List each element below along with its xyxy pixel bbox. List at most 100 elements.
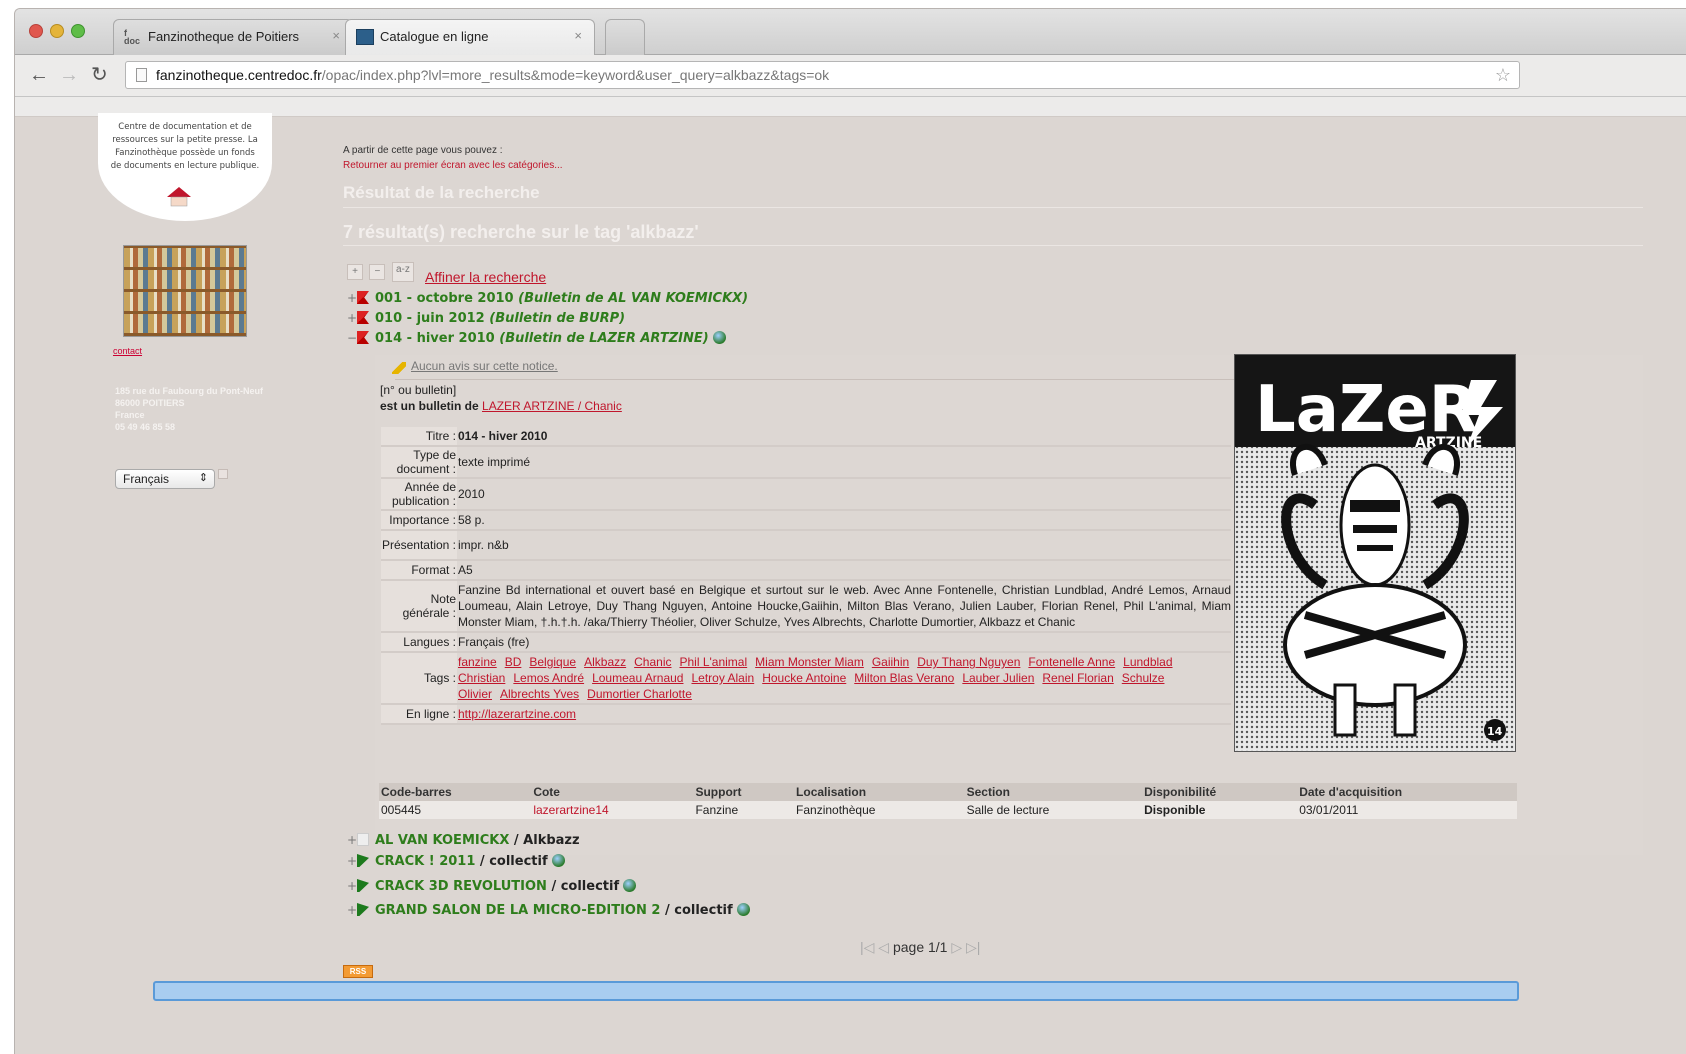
back-to-categories-link[interactable]: Retourner au premier écran avec les caté… bbox=[343, 160, 563, 171]
intro-text: A partir de cette page vous pouvez : bbox=[343, 145, 503, 156]
refine-search-link[interactable]: Affiner la recherche bbox=[425, 269, 546, 285]
tag-link[interactable]: Alkbazz bbox=[584, 655, 626, 669]
tag-link[interactable]: Loumeau Arnaud bbox=[592, 671, 683, 685]
copies-table: Code-barres Cote Support Localisation Se… bbox=[379, 783, 1517, 819]
expand-toggle[interactable]: + bbox=[347, 291, 357, 305]
library-shelf-photo[interactable] bbox=[123, 245, 247, 337]
bulletin-icon bbox=[357, 331, 369, 344]
browser-window: f doc Fanzinotheque de Poitiers × Catalog… bbox=[14, 8, 1686, 1054]
cote-link[interactable]: lazerartzine14 bbox=[531, 801, 694, 819]
rss-icon[interactable]: RSS bbox=[343, 965, 373, 978]
tag-link[interactable]: Miam Monster Miam bbox=[755, 655, 864, 669]
result-item[interactable]: + CRACK 3D REVOLUTION / collectif bbox=[347, 879, 637, 894]
logo-description: Centre de documentation et de ressources… bbox=[110, 122, 260, 171]
forward-arrow-icon[interactable]: → bbox=[59, 65, 79, 85]
bookmark-star-icon[interactable]: ☆ bbox=[1495, 65, 1511, 86]
zoom-window-button[interactable] bbox=[71, 24, 85, 38]
language-submit-button[interactable] bbox=[218, 469, 228, 479]
result-item[interactable]: +010 - juin 2012 (Bulletin de BURP) bbox=[347, 311, 625, 326]
tag-link[interactable]: Belgique bbox=[529, 655, 576, 669]
house-icon bbox=[167, 187, 191, 207]
result-item[interactable]: −014 - hiver 2010 (Bulletin de LAZER ART… bbox=[347, 331, 726, 346]
collapse-toggle[interactable]: − bbox=[347, 331, 357, 345]
bulletin-icon bbox=[357, 291, 369, 304]
reload-icon[interactable]: ↻ bbox=[91, 65, 108, 85]
notice-table: Titre : 014 - hiver 2010 Type de documen… bbox=[381, 427, 1231, 725]
new-tab-button[interactable] bbox=[605, 19, 645, 55]
tag-link[interactable]: Milton Blas Verano bbox=[854, 671, 954, 685]
minimize-window-button[interactable] bbox=[50, 24, 64, 38]
tag-link[interactable]: Lemos André bbox=[513, 671, 584, 685]
copies-table-header: Code-barres Cote Support Localisation Se… bbox=[379, 783, 1517, 801]
tag-link[interactable]: Renel Florian bbox=[1042, 671, 1113, 685]
result-tools: + − a-z bbox=[347, 262, 416, 282]
page-icon bbox=[136, 68, 147, 82]
tag-link[interactable]: Lauber Julien bbox=[962, 671, 1034, 685]
next-page-icon[interactable]: ▷ bbox=[951, 939, 962, 955]
tag-link[interactable]: Houcke Antoine bbox=[762, 671, 846, 685]
tag-link[interactable]: Albrechts Yves bbox=[500, 687, 579, 701]
cover-image[interactable]: LaZeR ARTZINE 14 bbox=[1234, 354, 1516, 752]
tag-link[interactable]: Chanic bbox=[634, 655, 671, 669]
select-arrows-icon: ⇕ bbox=[198, 472, 208, 484]
expand-all-button[interactable]: + bbox=[347, 264, 363, 280]
expand-toggle[interactable]: + bbox=[347, 854, 357, 868]
last-page-icon[interactable]: ▷| bbox=[966, 939, 980, 955]
online-url-link[interactable]: http://lazerartzine.com bbox=[458, 707, 576, 721]
back-arrow-icon[interactable]: ← bbox=[29, 65, 49, 85]
pagination: |◁ ◁ page 1/1 ▷ ▷| bbox=[860, 939, 980, 956]
site-logo[interactable]: Centre de documentation et de ressources… bbox=[98, 113, 272, 221]
sort-icon[interactable]: a-z bbox=[391, 262, 414, 282]
monograph-icon bbox=[357, 854, 369, 867]
collapse-all-button[interactable]: − bbox=[369, 264, 386, 280]
tag-link[interactable]: Duy Thang Nguyen bbox=[917, 655, 1020, 669]
result-item[interactable]: + GRAND SALON DE LA MICRO-EDITION 2 / col… bbox=[347, 903, 750, 918]
tag-link[interactable]: Letroy Alain bbox=[691, 671, 754, 685]
expand-toggle[interactable]: + bbox=[347, 903, 357, 917]
tag-link[interactable]: Phil L'animal bbox=[679, 655, 747, 669]
online-globe-icon bbox=[551, 854, 565, 867]
tab-catalogue[interactable]: Catalogue en ligne × bbox=[345, 19, 595, 55]
tab-close-icon[interactable]: × bbox=[574, 28, 582, 43]
notice-row: Langues : Français (fre) bbox=[381, 632, 1231, 653]
tag-list: fanzine BD Belgique Alkbazz Chanic Phil L'ani… bbox=[457, 652, 1231, 705]
language-select[interactable]: Français ⇕ bbox=[115, 469, 215, 489]
result-item[interactable]: + AL VAN KOEMICKX / Alkbazz bbox=[347, 833, 580, 848]
notice-row: Type de document : texte imprimé bbox=[381, 446, 1231, 479]
results-count-heading: 7 résultat(s) recherche sur le tag 'alkb… bbox=[343, 222, 699, 242]
tag-link[interactable]: Dumortier Charlotte bbox=[587, 687, 692, 701]
periodical-icon bbox=[357, 833, 369, 846]
notice-row-tags: Tags : fanzine BD Belgique Alkbazz Chanic Phi… bbox=[381, 652, 1231, 705]
parent-periodical-link[interactable]: LAZER ARTZINE / Chanic bbox=[482, 399, 622, 413]
expand-toggle[interactable]: + bbox=[347, 833, 357, 847]
pencil-icon bbox=[392, 362, 406, 374]
tag-link[interactable]: Gaiihin bbox=[872, 655, 909, 669]
contact-link[interactable]: contact bbox=[113, 346, 142, 356]
first-page-icon[interactable]: |◁ bbox=[860, 939, 874, 955]
tag-link[interactable]: fanzine bbox=[458, 655, 497, 669]
notice-row: Titre : 014 - hiver 2010 bbox=[381, 427, 1231, 447]
fdoc-favicon-icon: f doc bbox=[124, 28, 141, 46]
add-review-link[interactable]: Aucun avis sur cette notice. bbox=[411, 359, 558, 373]
bulletin-icon bbox=[357, 311, 369, 324]
tag-link[interactable]: Fontenelle Anne bbox=[1028, 655, 1115, 669]
divider bbox=[343, 207, 1643, 208]
notice-row: Importance : 58 p. bbox=[381, 510, 1231, 531]
browser-toolbar: ← → ↻ fanzinotheque.centredoc.fr/opac/in… bbox=[15, 55, 1686, 97]
monograph-icon bbox=[357, 903, 369, 916]
divider bbox=[343, 245, 1643, 246]
close-window-button[interactable] bbox=[29, 24, 43, 38]
address-block: 185 rue du Faubourg du Pont-Neuf 86000 P… bbox=[115, 386, 263, 432]
prev-page-icon[interactable]: ◁ bbox=[878, 939, 889, 955]
address-bar[interactable]: fanzinotheque.centredoc.fr/opac/index.ph… bbox=[125, 61, 1520, 89]
result-item[interactable]: + CRACK ! 2011 / collectif bbox=[347, 854, 565, 869]
table-row: 005445 lazerartzine14 Fanzine Fanzinothè… bbox=[379, 801, 1517, 819]
expand-toggle[interactable]: + bbox=[347, 311, 357, 325]
tab-close-icon[interactable]: × bbox=[332, 28, 340, 43]
expand-toggle[interactable]: + bbox=[347, 879, 357, 893]
catalogue-favicon-icon bbox=[356, 29, 374, 45]
online-globe-icon bbox=[712, 331, 726, 344]
result-item[interactable]: +001 - octobre 2010 (Bulletin de AL VAN … bbox=[347, 291, 748, 306]
tab-fanzinotheque[interactable]: f doc Fanzinotheque de Poitiers × bbox=[113, 19, 353, 55]
tag-link[interactable]: BD bbox=[505, 655, 522, 669]
